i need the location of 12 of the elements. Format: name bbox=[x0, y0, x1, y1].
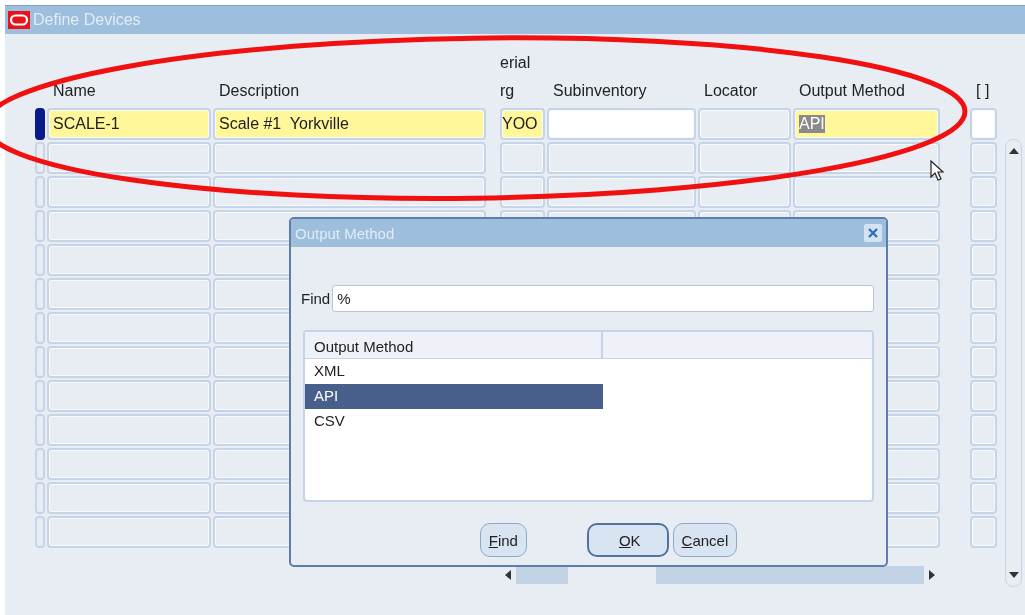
column-group-header: erial bbox=[500, 54, 532, 72]
dialog-title: Output Method bbox=[295, 224, 395, 242]
column-header: rg bbox=[500, 82, 516, 101]
column-header: Description bbox=[218, 82, 301, 101]
column-header: Locator bbox=[703, 82, 759, 101]
list-column-header: Output Method bbox=[305, 332, 603, 358]
find-label: Find bbox=[301, 290, 331, 307]
column-header: Subinventory bbox=[552, 82, 648, 101]
column-header: Name bbox=[52, 82, 97, 101]
column-header: [ ] bbox=[975, 82, 991, 101]
window-title: Define Devices bbox=[33, 11, 141, 29]
column-header: Output Method bbox=[798, 82, 906, 101]
